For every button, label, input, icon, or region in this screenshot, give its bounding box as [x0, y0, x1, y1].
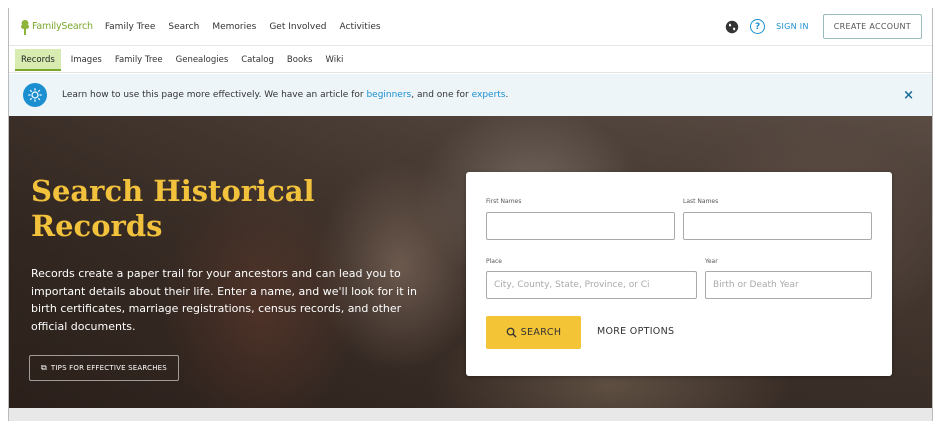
subnav-genealogies[interactable]: Genealogies	[176, 55, 229, 65]
nav-get-involved[interactable]: Get Involved	[269, 22, 326, 32]
close-icon[interactable]: ×	[903, 88, 914, 103]
logo-text: FamilySearch	[32, 21, 93, 32]
sign-in-link[interactable]: SIGN IN	[776, 22, 809, 31]
banner-message: Learn how to use this page more effectiv…	[62, 90, 509, 100]
place-label: Place	[486, 258, 502, 265]
info-banner: Learn how to use this page more effectiv…	[9, 74, 932, 116]
external-link-icon: ⧉	[41, 363, 47, 372]
nav-family-tree[interactable]: Family Tree	[105, 22, 156, 32]
first-names-label: First Names	[486, 198, 522, 205]
nav-search[interactable]: Search	[168, 22, 199, 32]
top-navigation: FamilySearch Family Tree Search Memories…	[9, 8, 932, 46]
experts-link[interactable]: experts	[472, 90, 506, 100]
sub-navigation: Records Images Family Tree Genealogies C…	[9, 47, 932, 73]
subnav-family-tree[interactable]: Family Tree	[115, 55, 163, 65]
search-form: First Names Last Names Place City, Count…	[466, 172, 892, 376]
hero-description: Records create a paper trail for your an…	[31, 267, 418, 333]
page-title: Search Historical Records	[31, 174, 315, 243]
year-label: Year	[705, 258, 718, 265]
familysearch-logo[interactable]: FamilySearch	[19, 18, 93, 36]
subnav-catalog[interactable]: Catalog	[241, 55, 274, 65]
lightbulb-icon	[23, 83, 47, 107]
beginners-link[interactable]: beginners	[366, 90, 411, 100]
search-button-label: SEARCH	[520, 327, 562, 338]
subnav-images[interactable]: Images	[71, 55, 102, 65]
first-names-input[interactable]	[486, 212, 675, 240]
year-input[interactable]: Birth or Death Year	[705, 271, 872, 299]
subnav-wiki[interactable]: Wiki	[326, 55, 344, 65]
place-input[interactable]: City, County, State, Province, or Ci	[486, 271, 697, 299]
tips-button[interactable]: ⧉ TIPS FOR EFFECTIVE SEARCHES	[29, 355, 179, 381]
search-icon	[506, 327, 517, 338]
last-names-input[interactable]	[683, 212, 872, 240]
tips-button-label: TIPS FOR EFFECTIVE SEARCHES	[50, 364, 167, 372]
globe-icon[interactable]	[725, 20, 739, 34]
account-area: ? SIGN IN CREATE ACCOUNT	[725, 14, 922, 39]
nav-activities[interactable]: Activities	[340, 22, 381, 32]
last-names-label: Last Names	[683, 198, 719, 205]
nav-memories[interactable]: Memories	[212, 22, 256, 32]
subnav-records[interactable]: Records	[15, 48, 61, 71]
more-options-link[interactable]: MORE OPTIONS	[597, 326, 674, 337]
create-account-button[interactable]: CREATE ACCOUNT	[822, 14, 922, 39]
subnav-books[interactable]: Books	[287, 55, 313, 65]
tree-logo-icon	[20, 19, 30, 35]
content-divider	[9, 408, 932, 421]
browser-page: FamilySearch Family Tree Search Memories…	[8, 8, 933, 421]
search-button[interactable]: SEARCH	[486, 316, 581, 349]
help-icon[interactable]: ?	[750, 19, 766, 34]
hero-section: Search Historical Records Records create…	[9, 116, 932, 408]
